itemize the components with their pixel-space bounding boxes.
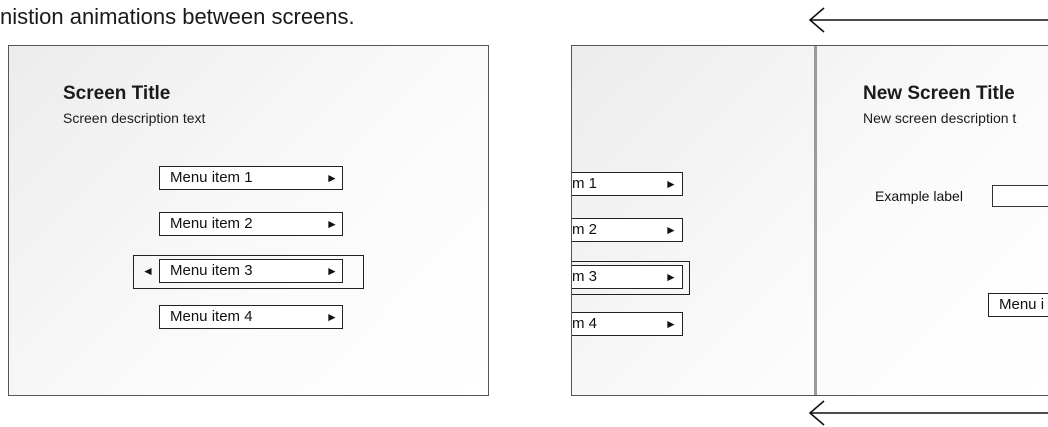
example-input[interactable] [992, 185, 1048, 207]
menu-item-label: m 3 [572, 268, 598, 285]
right-arrow-icon: ► [665, 317, 677, 331]
right-arrow-icon: ► [665, 270, 677, 284]
left-arrow-icon: ◄ [142, 264, 154, 278]
menu-item-2[interactable]: Menu item 2 ► [159, 212, 343, 236]
menu-item-label: m 1 [572, 175, 598, 192]
new-screen-description: New screen description t [863, 110, 1017, 126]
menu-item-label: Menu item 2 [170, 215, 253, 232]
menu-item-label: m 4 [572, 315, 598, 332]
example-label: Example label [875, 188, 963, 204]
outgoing-menu-item-3: m 3 ► [572, 265, 683, 289]
screen-1: Screen Title Screen description text Men… [8, 45, 489, 396]
menu-item-label: m 2 [572, 221, 598, 238]
transition-arrow-top-icon [808, 7, 1048, 33]
menu-item-1[interactable]: Menu item 1 ► [159, 166, 343, 190]
menu-item-label: Menu i [999, 296, 1045, 313]
menu-item-4[interactable]: Menu item 4 ► [159, 305, 343, 329]
screen-description: Screen description text [63, 110, 206, 126]
transition-divider [814, 46, 817, 395]
incoming-menu-item[interactable]: Menu i [988, 293, 1048, 317]
right-arrow-icon: ► [665, 223, 677, 237]
right-arrow-icon: ► [326, 264, 338, 278]
right-arrow-icon: ► [326, 310, 338, 324]
right-arrow-icon: ► [326, 171, 338, 185]
menu-item-label: Menu item 3 [170, 262, 253, 279]
outgoing-menu-item-1: m 1 ► [572, 172, 683, 196]
caption-text: nistion animations between screens. [0, 4, 355, 29]
screen-title: Screen Title [63, 83, 171, 104]
screen-2: m 1 ► m 2 ► m 3 ► m 4 ► New Screen Title… [571, 45, 1048, 396]
transition-arrow-bottom-icon [808, 400, 1048, 426]
new-screen-title: New Screen Title [863, 83, 1015, 104]
outgoing-menu-item-2: m 2 ► [572, 218, 683, 242]
menu-item-label: Menu item 4 [170, 308, 253, 325]
right-arrow-icon: ► [326, 217, 338, 231]
menu-item-label: Menu item 1 [170, 169, 253, 186]
outgoing-menu-item-4: m 4 ► [572, 312, 683, 336]
right-arrow-icon: ► [665, 177, 677, 191]
menu-item-3[interactable]: Menu item 3 ► [159, 259, 343, 283]
